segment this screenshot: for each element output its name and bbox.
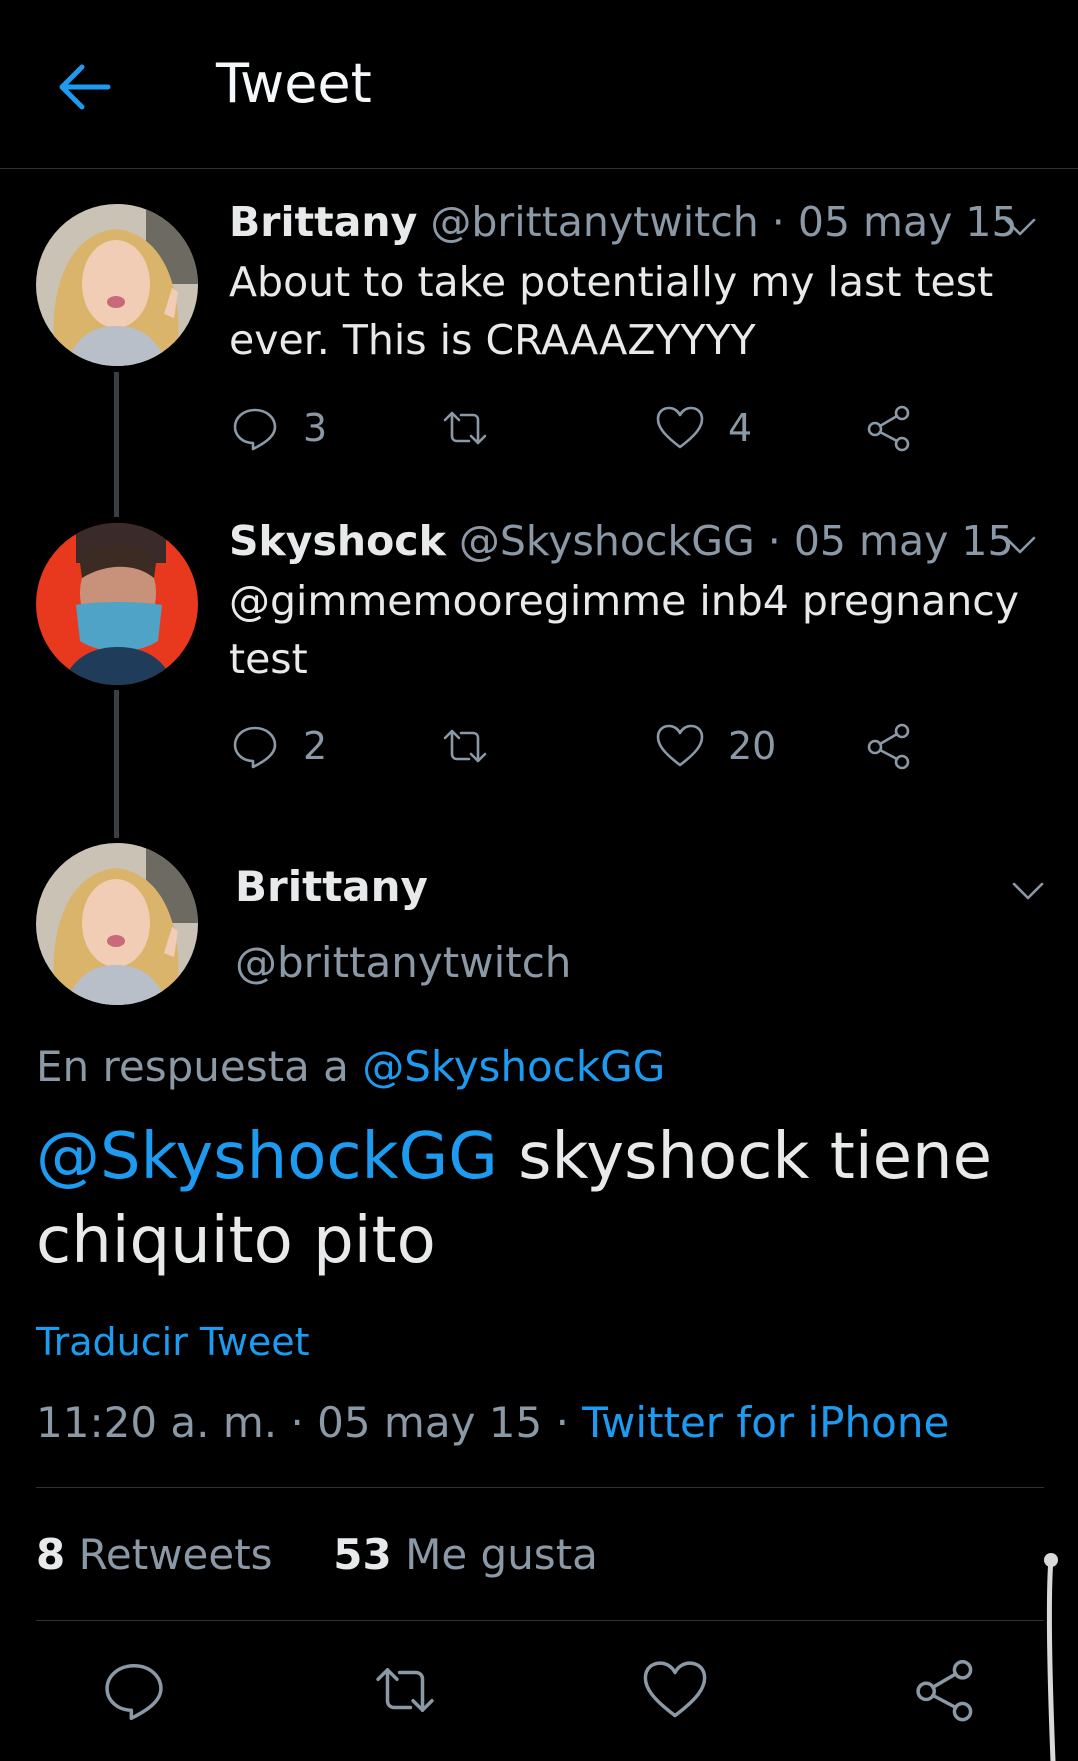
heart-icon — [656, 406, 704, 449]
like-count: 20 — [728, 724, 777, 768]
like-count: 4 — [728, 406, 753, 450]
author-handle[interactable]: @brittanytwitch — [235, 938, 571, 987]
avatar[interactable] — [36, 204, 198, 366]
retweet-button[interactable] — [370, 1655, 440, 1725]
tweet-actions: 2 20 — [229, 716, 929, 776]
avatar[interactable] — [36, 843, 198, 1005]
top-bar: Tweet — [0, 0, 1078, 169]
tweet-text: About to take potentially my last test e… — [229, 258, 994, 364]
share-icon — [867, 405, 910, 452]
chevron-down-icon[interactable] — [1008, 870, 1048, 910]
author-handle-date: @SkyshockGG · 05 may 15 — [458, 517, 1014, 565]
translate-link[interactable]: Traducir Tweet — [36, 1320, 310, 1364]
share-icon — [916, 1659, 973, 1722]
back-arrow-icon[interactable] — [50, 52, 120, 122]
mention-link[interactable]: @SkyshockGG — [36, 1120, 498, 1194]
likes-stat[interactable]: 53 Me gusta — [333, 1530, 598, 1579]
tweet-text: @SkyshockGG skyshock tiene chiquito pito — [36, 1115, 1036, 1283]
divider — [36, 1620, 1044, 1621]
chevron-down-icon[interactable] — [1000, 206, 1040, 246]
reply-prefix: En respuesta a — [36, 1042, 363, 1091]
source-link[interactable]: Twitter for iPhone — [582, 1398, 949, 1447]
tweet-stats: 8 Retweets 53 Me gusta — [36, 1530, 598, 1579]
heart-icon — [656, 724, 704, 767]
reply-count: 2 — [303, 724, 328, 768]
retweet-icon — [443, 411, 487, 445]
share-icon — [867, 723, 910, 770]
tweet-meta: Skyshock @SkyshockGG · 05 may 15 — [229, 517, 1014, 565]
tweet-actions: 3 4 — [229, 398, 929, 458]
like-button[interactable]: 20 — [654, 716, 776, 776]
retweet-icon — [443, 729, 487, 763]
scrollbar[interactable] — [1044, 1550, 1058, 1761]
heart-icon — [643, 1661, 707, 1718]
reply-context: En respuesta a @SkyshockGG — [36, 1042, 665, 1091]
reply-icon — [233, 726, 277, 769]
author-name[interactable]: Brittany — [229, 198, 417, 246]
retweet-button[interactable] — [439, 398, 491, 458]
like-button[interactable]: 4 — [654, 398, 752, 458]
main-tweet-actions — [0, 1655, 1078, 1735]
retweet-icon — [376, 1668, 434, 1712]
like-button[interactable] — [640, 1655, 710, 1725]
reply-count: 3 — [303, 406, 328, 450]
tweet-timestamp: 11:20 a. m. · 05 may 15 · Twitter for iP… — [36, 1398, 949, 1447]
author-name[interactable]: Skyshock — [229, 517, 446, 565]
retweets-stat[interactable]: 8 Retweets — [36, 1530, 273, 1579]
share-button[interactable] — [863, 398, 915, 458]
share-button[interactable] — [910, 1655, 980, 1725]
author-name[interactable]: Brittany — [235, 862, 428, 911]
divider — [36, 1487, 1044, 1488]
retweet-button[interactable] — [439, 716, 491, 776]
page-title: Tweet — [216, 52, 372, 115]
author-handle-date: @brittanytwitch · 05 may 15 — [430, 198, 1018, 246]
thread-connector — [114, 690, 119, 838]
tweet-meta: Brittany @brittanytwitch · 05 may 15 — [229, 198, 1018, 246]
reply-to-link[interactable]: @SkyshockGG — [362, 1042, 665, 1091]
thread-connector — [114, 372, 119, 517]
share-button[interactable] — [863, 716, 915, 776]
timestamp-text: 11:20 a. m. · 05 may 15 · — [36, 1398, 583, 1447]
reply-icon — [105, 1664, 163, 1721]
chevron-down-icon[interactable] — [1000, 524, 1040, 564]
reply-button[interactable]: 3 — [229, 398, 327, 458]
reply-button[interactable]: 2 — [229, 716, 327, 776]
tweet-text: @gimmemooregimme inb4 pregnancy test — [229, 577, 1020, 683]
reply-icon — [233, 408, 277, 451]
reply-button[interactable] — [99, 1655, 169, 1725]
avatar[interactable] — [36, 523, 198, 685]
